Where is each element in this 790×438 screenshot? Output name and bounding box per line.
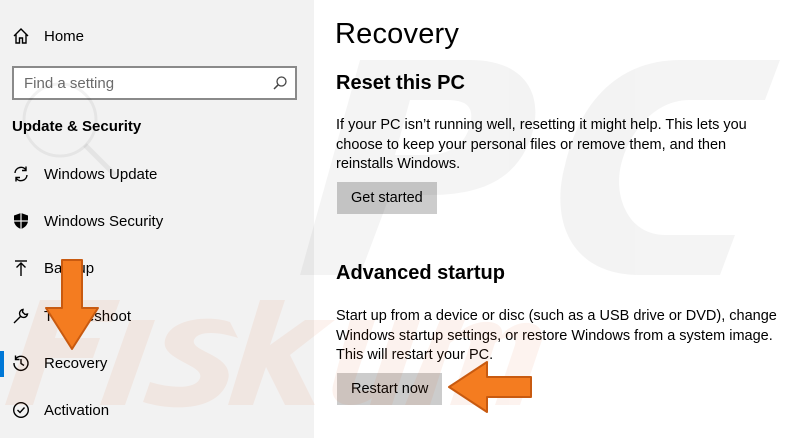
sidebar-item-windows-security[interactable]: Windows Security [0, 201, 314, 241]
reset-description: If your PC isn’t running well, resetting… [336, 117, 747, 172]
home-label: Home [44, 27, 85, 45]
page-title: Recovery [335, 18, 460, 50]
sidebar-item-backup[interactable]: Backup [0, 248, 314, 288]
sidebar-item-recovery[interactable]: Recovery [0, 343, 314, 383]
sidebar-item-label: Troubleshoot [44, 307, 131, 325]
search-input[interactable] [14, 74, 264, 92]
check-circle-icon [11, 400, 31, 420]
shield-icon [11, 211, 31, 231]
wrench-icon [11, 306, 31, 326]
sidebar-item-label: Activation [44, 401, 110, 419]
recovery-icon [11, 353, 31, 373]
sidebar-item-troubleshoot[interactable]: Troubleshoot [0, 296, 314, 336]
get-started-button[interactable]: Get started [337, 182, 437, 214]
sidebar-item-label: Backup [44, 259, 95, 277]
reset-heading: Reset this PC [336, 72, 465, 94]
search-icon[interactable] [271, 74, 289, 92]
home-icon [11, 26, 31, 46]
advanced-startup-heading: Advanced startup [336, 262, 505, 284]
main-content: Recovery Reset this PC If your PC isn’t … [314, 0, 790, 438]
sync-icon [11, 164, 31, 184]
sidebar-item-label: Windows Update [44, 165, 158, 183]
backup-icon [11, 258, 31, 278]
search-box[interactable] [12, 66, 297, 100]
selection-indicator [0, 351, 4, 377]
sidebar-item-label: Recovery [44, 354, 108, 372]
sidebar-item-label: Windows Security [44, 212, 164, 230]
section-title: Update & Security [12, 118, 142, 135]
restart-now-button[interactable]: Restart now [337, 373, 443, 405]
home-nav-item[interactable]: Home [0, 16, 314, 56]
sidebar-item-windows-update[interactable]: Windows Update [0, 154, 314, 194]
sidebar-item-activation[interactable]: Activation [0, 390, 314, 430]
sidebar: Home Update & Security Windows Update Wi… [0, 0, 314, 438]
advanced-startup-description: Start up from a device or disc (such as … [336, 308, 777, 363]
